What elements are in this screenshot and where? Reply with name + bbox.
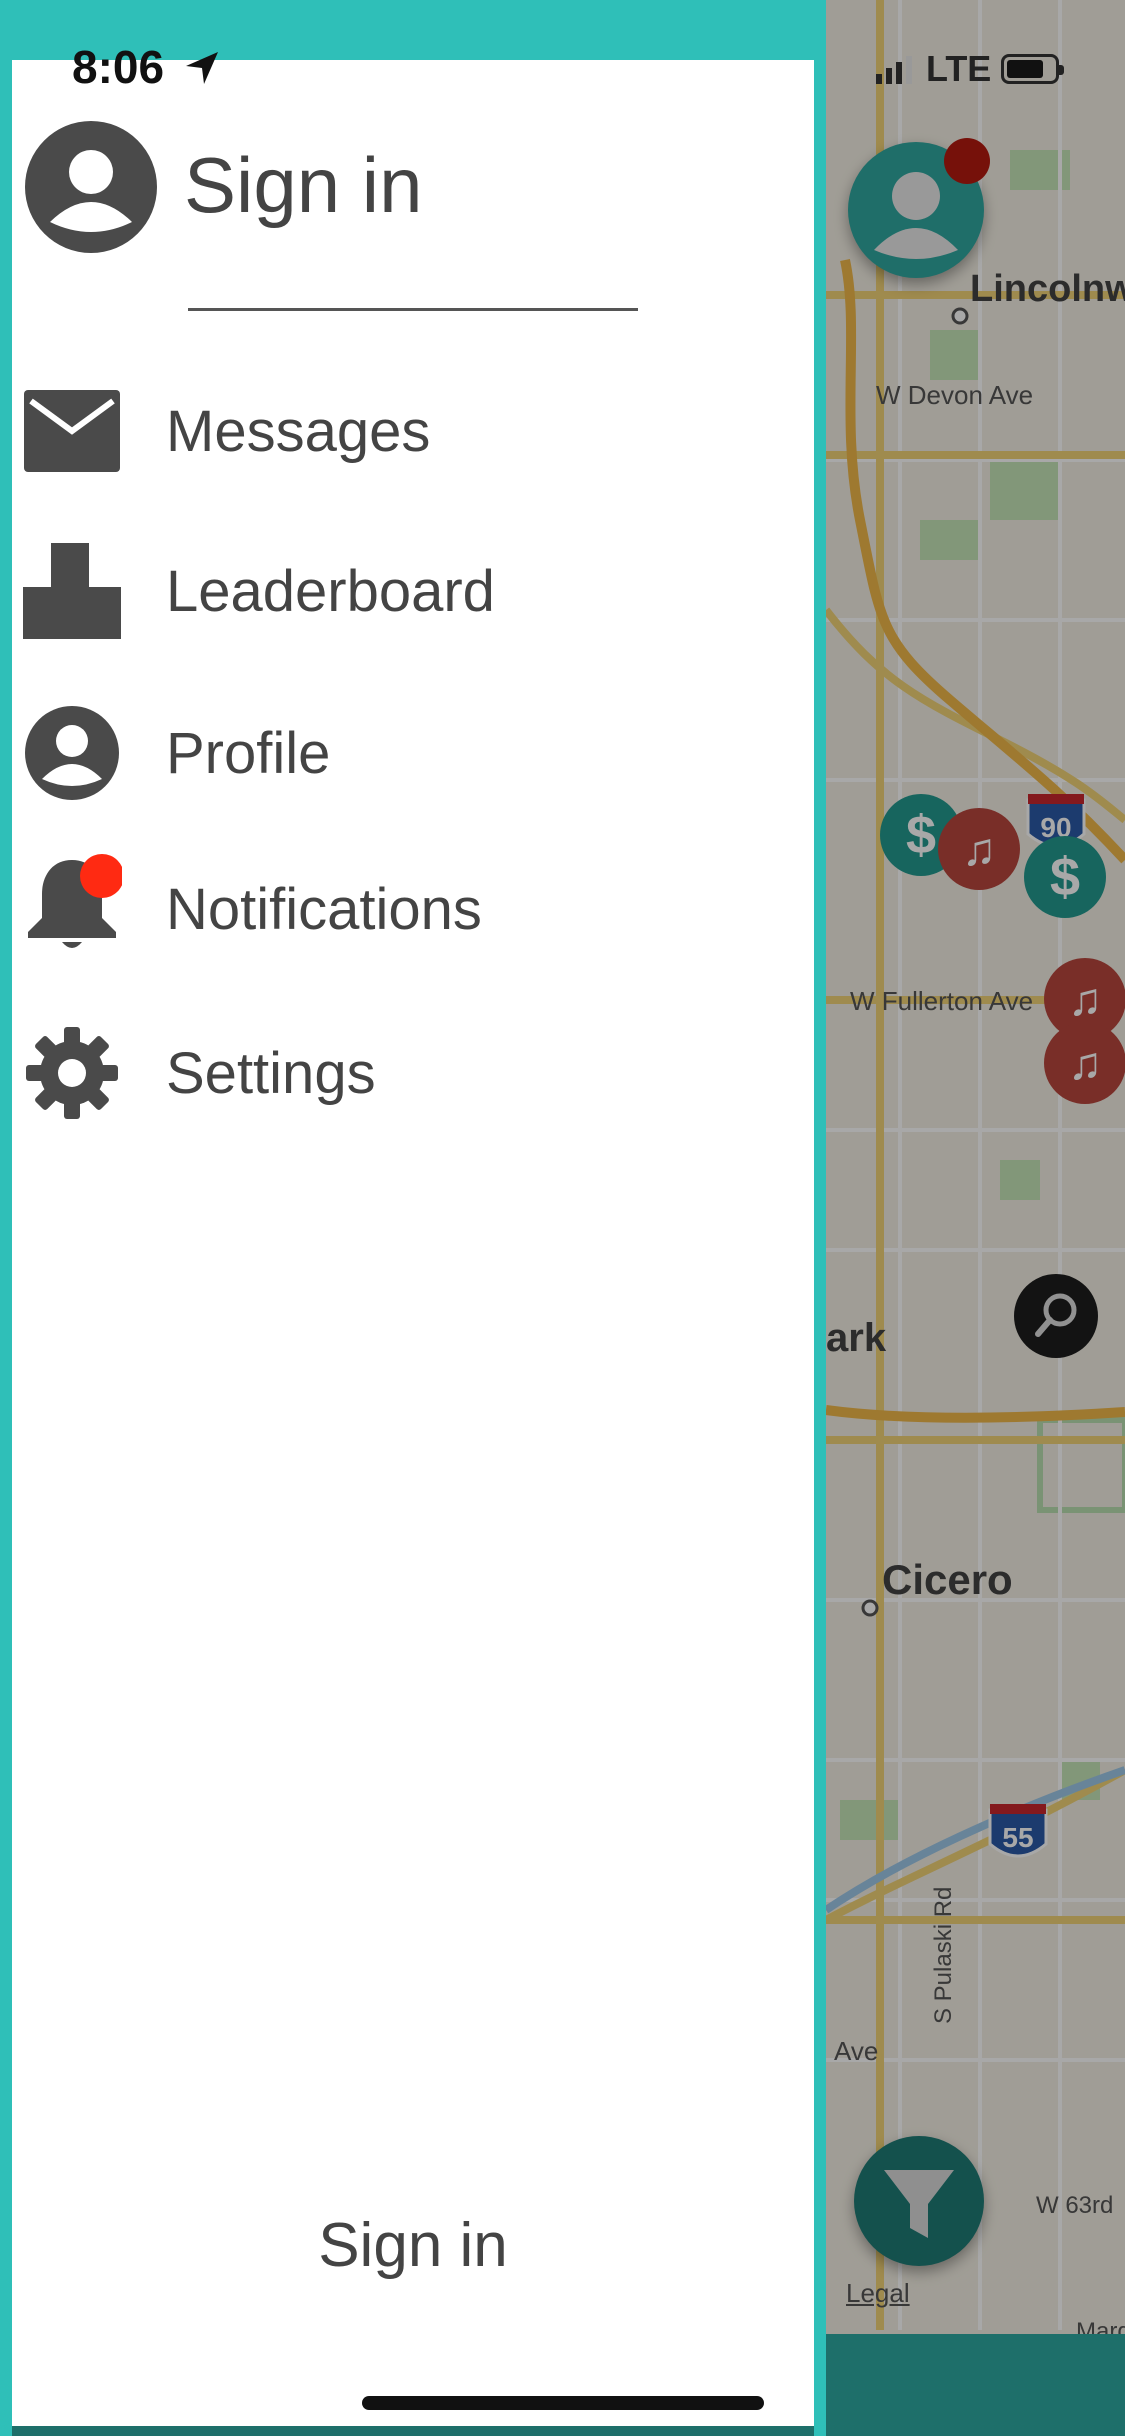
status-indicators: LTE — [876, 48, 1065, 90]
envelope-icon — [22, 381, 122, 481]
menu-item-label: Notifications — [166, 876, 482, 942]
sign-in-button[interactable]: Sign in — [12, 2210, 814, 2281]
menu-item-settings[interactable]: Settings — [12, 1018, 802, 1128]
home-indicator[interactable] — [362, 2396, 764, 2410]
map-legal-link[interactable]: Legal — [846, 2278, 910, 2309]
gear-icon — [22, 1023, 122, 1123]
money-pin[interactable]: $ — [1024, 836, 1106, 918]
drawer-header-sign-in[interactable]: Sign in — [184, 140, 423, 231]
map-label-lincolnwood: Lincolnw — [970, 268, 1125, 310]
menu-item-leaderboard[interactable]: Leaderboard — [12, 536, 802, 646]
battery-icon — [1001, 54, 1065, 84]
map-label-ave: Ave — [834, 2036, 879, 2066]
header-divider — [188, 308, 638, 311]
menu-item-label: Profile — [166, 720, 331, 786]
network-type: LTE — [926, 48, 992, 89]
signal-icon — [876, 56, 912, 84]
account-avatar-icon[interactable] — [24, 120, 158, 254]
menu-item-label: Settings — [166, 1040, 376, 1106]
status-time: 8:06 — [72, 41, 165, 93]
map-label-cicero: Cicero — [882, 1556, 1013, 1603]
menu-item-messages[interactable]: Messages — [12, 376, 802, 486]
map-label-ark: ark — [826, 1316, 887, 1360]
menu-item-notifications[interactable]: Notifications — [12, 854, 802, 964]
music-pin[interactable]: ♫ — [1044, 1022, 1125, 1104]
menu-item-profile[interactable]: Profile — [12, 698, 802, 808]
filter-button[interactable] — [854, 2136, 984, 2266]
filter-icon — [884, 2170, 954, 2238]
bell-icon — [22, 854, 122, 954]
location-arrow-icon — [186, 52, 218, 84]
menu-item-label: Leaderboard — [166, 558, 495, 624]
notification-dot — [944, 138, 990, 184]
map-label-pulaski: S Pulaski Rd — [930, 1886, 957, 2024]
user-avatar-button[interactable] — [848, 138, 990, 278]
profile-icon — [22, 703, 122, 803]
map-label-63rd: W 63rd — [1036, 2192, 1114, 2219]
music-pin[interactable]: ♫ — [938, 808, 1020, 890]
map-label-devon: W Devon Ave — [876, 380, 1034, 410]
map-search-button[interactable] — [1014, 1274, 1098, 1358]
svg-text:55: 55 — [1002, 1822, 1033, 1853]
menu-item-label: Messages — [166, 398, 431, 464]
map-label-fullerton: W Fullerton Ave — [850, 986, 1034, 1016]
search-icon — [1035, 1293, 1077, 1337]
leaderboard-icon — [22, 541, 122, 641]
